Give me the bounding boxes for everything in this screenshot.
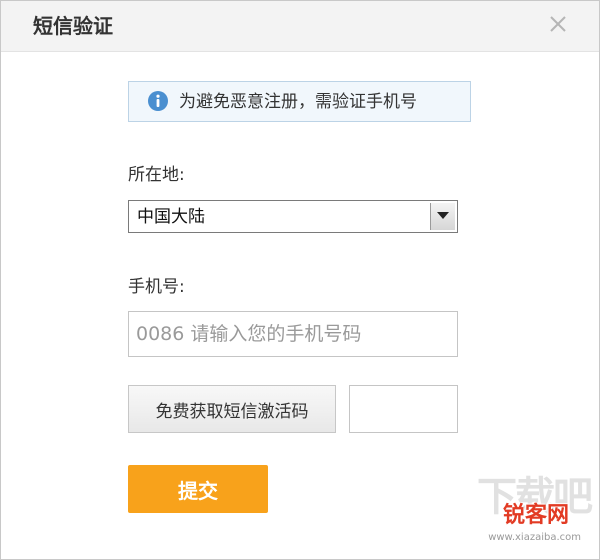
phone-label: 手机号: xyxy=(128,277,185,297)
location-label: 所在地: xyxy=(128,165,185,185)
sms-code-input[interactable] xyxy=(349,385,458,433)
close-icon[interactable] xyxy=(545,11,571,37)
location-select[interactable]: 中国大陆 xyxy=(128,200,458,233)
watermark-brand: 锐客网 xyxy=(502,503,569,528)
sms-verification-dialog: 短信验证 为避免恶意注册，需验证手机号 所在地: 中国大陆 手机号: 免 xyxy=(0,0,600,560)
verification-notice: 为避免恶意注册，需验证手机号 xyxy=(128,81,471,122)
dialog-title: 短信验证 xyxy=(33,14,113,38)
site-watermark: 下载吧 锐客网 www.xiazaiba.com xyxy=(451,475,593,553)
notice-text: 为避免恶意注册，需验证手机号 xyxy=(179,92,417,112)
phone-number-input[interactable] xyxy=(128,311,458,357)
dropdown-arrow-icon[interactable] xyxy=(430,203,455,230)
get-sms-code-button[interactable]: 免费获取短信激活码 xyxy=(128,385,336,433)
info-icon xyxy=(147,90,169,112)
location-selected-value: 中国大陆 xyxy=(137,207,205,227)
watermark-url: www.xiazaiba.com xyxy=(488,532,581,543)
dialog-titlebar: 短信验证 xyxy=(1,1,599,52)
submit-button[interactable]: 提交 xyxy=(128,465,268,513)
